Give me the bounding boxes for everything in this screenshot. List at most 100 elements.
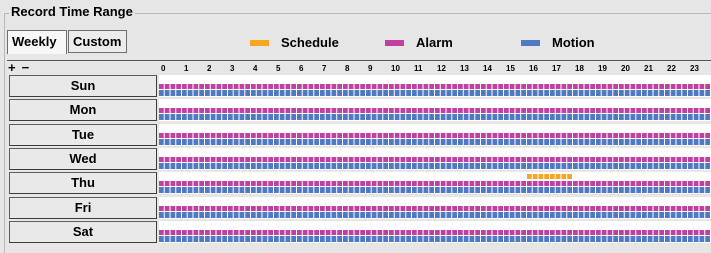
motion-segment	[193, 163, 199, 169]
day-timeline-tue[interactable]	[159, 124, 711, 146]
alarm-segment	[682, 206, 687, 211]
motion-segment	[590, 114, 595, 120]
alarm-segment	[475, 157, 480, 162]
zoom-in-button[interactable]: +	[8, 61, 16, 74]
alarm-segment	[642, 181, 647, 186]
motion-segment	[170, 236, 176, 242]
alarm-segment	[521, 206, 526, 211]
day-label-tue[interactable]: Tue	[9, 124, 157, 146]
alarm-segment	[578, 133, 584, 138]
alarm-segment	[636, 108, 641, 113]
alarm-segment	[423, 133, 429, 138]
alarm-segment	[647, 206, 653, 211]
hour-label: 21	[644, 64, 653, 73]
motion-segment	[435, 163, 440, 169]
alarm-segment	[354, 133, 360, 138]
alarm-segment	[544, 181, 549, 186]
alarm-segment	[682, 84, 687, 89]
motion-segment	[469, 114, 475, 120]
motion-segment	[239, 90, 245, 96]
alarm-segment	[251, 181, 256, 186]
alarm-segment	[343, 108, 348, 113]
motion-segment	[659, 114, 664, 120]
alarm-segment	[590, 206, 595, 211]
schedule-swatch	[250, 39, 269, 46]
alarm-segment	[435, 181, 440, 186]
tab-custom[interactable]: Custom	[68, 30, 127, 53]
motion-segment	[228, 212, 233, 218]
day-label-thu[interactable]: Thu	[9, 172, 157, 194]
alarm-segment	[452, 230, 457, 235]
day-label-mon[interactable]: Mon	[9, 99, 157, 121]
alarm-segment	[647, 157, 653, 162]
zoom-out-button[interactable]: −	[22, 61, 30, 74]
motion-segment	[406, 212, 411, 218]
motion-segment	[532, 139, 538, 145]
alarm-segment	[377, 84, 383, 89]
alarm-segment	[688, 133, 693, 138]
alarm-segment	[647, 230, 653, 235]
alarm-segment	[613, 108, 618, 113]
alarm-segment	[544, 133, 549, 138]
motion-segment	[400, 212, 406, 218]
day-label-sun[interactable]: Sun	[9, 75, 157, 97]
alarm-segment	[262, 108, 268, 113]
alarm-segment	[504, 206, 509, 211]
day-timeline-wed[interactable]	[159, 148, 711, 170]
motion-segment	[216, 139, 222, 145]
alarm-segment	[469, 230, 475, 235]
motion-segment	[164, 163, 170, 169]
motion-segment	[567, 236, 572, 242]
alarm-segment	[578, 157, 584, 162]
day-label-fri[interactable]: Fri	[9, 197, 157, 219]
motion-segment	[596, 163, 601, 169]
alarm-segment	[423, 181, 429, 186]
motion-segment	[394, 114, 400, 120]
alarm-segment	[544, 108, 549, 113]
alarm-segment	[619, 206, 624, 211]
motion-segment	[515, 114, 521, 120]
motion-segment	[705, 212, 710, 218]
alarm-segment	[699, 84, 705, 89]
alarm-segment	[596, 230, 601, 235]
alarm-segment	[584, 157, 590, 162]
alarm-segment	[492, 157, 498, 162]
alarm-segment	[331, 206, 337, 211]
motion-segment	[544, 163, 549, 169]
alarm-segment	[412, 108, 417, 113]
alarm-segment	[164, 230, 170, 235]
motion-segment	[302, 90, 308, 96]
alarm-segment	[573, 230, 578, 235]
alarm-segment	[279, 206, 285, 211]
alarm-segment	[693, 230, 699, 235]
day-timeline-sun[interactable]	[159, 75, 711, 97]
day-timeline-fri[interactable]	[159, 197, 711, 219]
alarm-segment	[659, 157, 664, 162]
tab-weekly[interactable]: Weekly	[7, 30, 67, 54]
motion-segment	[544, 212, 549, 218]
alarm-segment	[383, 84, 388, 89]
alarm-segment	[613, 206, 618, 211]
alarm-segment	[515, 157, 521, 162]
alarm-segment	[228, 157, 233, 162]
day-label-sat[interactable]: Sat	[9, 221, 157, 243]
motion-segment	[348, 212, 354, 218]
motion-segment	[682, 212, 687, 218]
motion-segment	[446, 114, 452, 120]
day-label-wed[interactable]: Wed	[9, 148, 157, 170]
motion-segment	[170, 139, 176, 145]
alarm-segment	[596, 133, 601, 138]
schedule-segment	[532, 174, 538, 179]
motion-segment	[463, 187, 469, 193]
motion-segment	[550, 187, 555, 193]
alarm-segment	[469, 133, 475, 138]
day-timeline-sat[interactable]	[159, 221, 711, 243]
alarm-segment	[337, 230, 342, 235]
day-timeline-mon[interactable]	[159, 99, 711, 121]
alarm-segment	[504, 108, 509, 113]
alarm-segment	[274, 84, 279, 89]
alarm-segment	[383, 108, 388, 113]
motion-segment	[532, 90, 538, 96]
day-timeline-thu[interactable]	[159, 172, 711, 194]
motion-segment	[314, 90, 319, 96]
